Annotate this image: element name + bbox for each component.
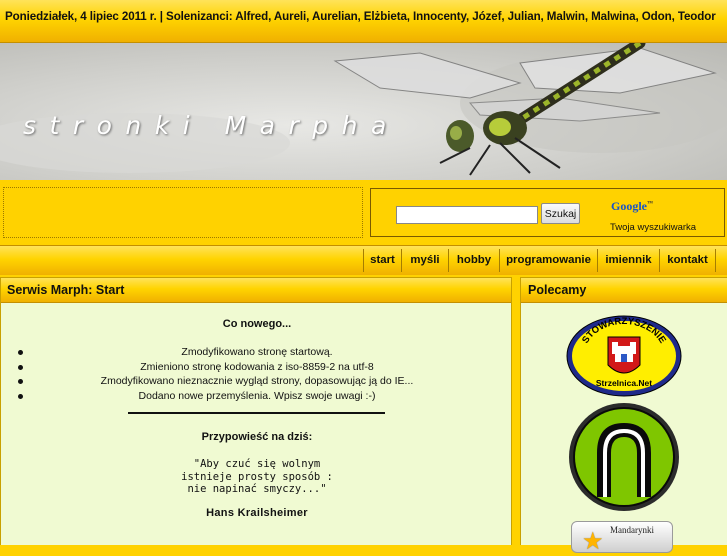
quote-line: nie napinać smyczy..."	[187, 483, 327, 495]
bullet-icon	[18, 379, 23, 384]
mandarynki-label: Mandarynki	[610, 525, 654, 535]
star-icon: ★	[582, 528, 604, 555]
google-search-box: Szukaj Google™ Twoja wyszukiwarka	[370, 188, 725, 237]
top-info-bar: Poniedziałek, 4 lipiec 2011 r. | Soleniz…	[0, 0, 727, 43]
news-text: Dodano nowe przemyślenia. Wpisz swoje uw…	[138, 389, 376, 402]
list-item: Dodano nowe przemyślenia. Wpisz swoje uw…	[1, 389, 513, 404]
bullet-icon	[18, 393, 23, 399]
sidebar-heading: Polecamy	[521, 278, 727, 303]
list-item: Zmodyfikowano stronę startową.	[1, 345, 513, 360]
accessibility-logo-link[interactable]	[567, 401, 681, 514]
header-banner: stronki Marpha	[0, 43, 727, 180]
quote-line: istnieje prosty sposób :	[181, 470, 333, 483]
news-text: Zmodyfikowano stronę startową.	[181, 346, 333, 358]
site-title: stronki Marpha	[23, 111, 400, 140]
bullet-icon	[18, 364, 23, 370]
bullet-icon	[18, 350, 23, 355]
main-content-panel: Serwis Marph: Start Co nowego... Zmodyfi…	[0, 277, 512, 545]
nav-kontakt[interactable]: kontakt	[659, 249, 716, 272]
whatsnew-heading: Co nowego...	[222, 318, 292, 330]
search-subtitle: Twoja wyszukiwarka	[610, 222, 697, 233]
news-text: Zmieniono stronę kodowania z iso-8859-2 …	[140, 360, 374, 373]
main-nav: start myśli hobby programowanie imiennik…	[0, 245, 727, 275]
search-row: Szukaj Google™ Twoja wyszukiwarka	[0, 181, 727, 245]
proverb-quote: "Aby czuć się wolnym istnieje prosty spo…	[1, 458, 513, 496]
proverb-heading: Przypowieść na dziś:	[201, 431, 313, 443]
page-title: Serwis Marph: Start	[1, 278, 511, 303]
search-input[interactable]	[396, 206, 538, 224]
date-namedays-text: Poniedziałek, 4 lipiec 2011 r. | Soleniz…	[5, 10, 716, 23]
proverb-author: Hans Krailsheimer	[206, 507, 308, 519]
nav-hobby[interactable]: hobby	[448, 249, 499, 272]
list-item: Zmieniono stronę kodowania z iso-8859-2 …	[1, 360, 513, 375]
google-logo-text: Google	[611, 199, 647, 213]
list-item: Zmodyfikowano nieznacznie wygląd strony,…	[1, 374, 513, 389]
nav-imiennik[interactable]: imiennik	[597, 249, 659, 272]
mandarynki-button[interactable]: ★ Mandarynki	[571, 521, 673, 555]
quote-line: "Aby czuć się wolnym	[193, 458, 321, 470]
strzelnica-badge-link[interactable]: STOWARZYSZENIE Strzelnica.Net	[566, 315, 682, 397]
nav-programowanie[interactable]: programowanie	[499, 249, 597, 272]
news-list: Zmodyfikowano stronę startową. Zmieniono…	[1, 345, 513, 403]
nav-mysli[interactable]: myśli	[401, 249, 448, 272]
google-logo[interactable]: Google™	[611, 199, 653, 214]
nav-start[interactable]: start	[363, 249, 401, 272]
news-text: Zmodyfikowano nieznacznie wygląd strony,…	[100, 375, 414, 387]
search-button[interactable]: Szukaj	[541, 203, 580, 224]
google-tm: ™	[647, 201, 653, 207]
sidebar-panel: Polecamy STOWARZYSZENIE Strzelnica.Net ★…	[520, 277, 727, 555]
divider	[128, 412, 385, 414]
badge-bottom-text: Strzelnica.Net	[596, 378, 652, 388]
empty-ad-box	[3, 187, 363, 238]
